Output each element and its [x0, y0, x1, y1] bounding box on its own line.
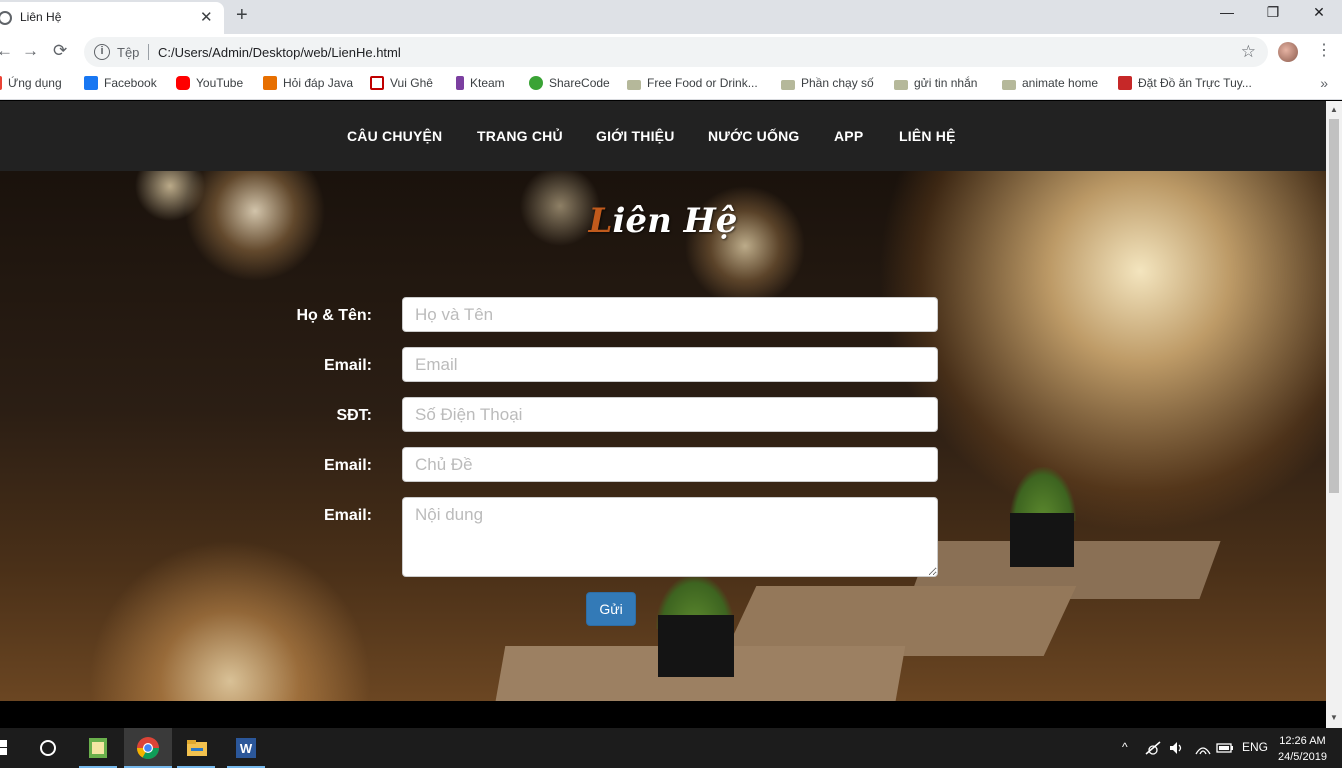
word-icon[interactable]: W: [234, 736, 258, 760]
forward-icon[interactable]: →: [22, 41, 39, 61]
plant-pot-decoration: [1010, 513, 1074, 567]
email-label: Email:: [323, 357, 372, 374]
page-title: Liên Hệ: [588, 201, 738, 241]
reload-icon[interactable]: ⟳: [53, 41, 67, 61]
notepad-icon[interactable]: [86, 736, 110, 760]
subject-label: Email:: [323, 457, 372, 474]
bookmark-star-icon[interactable]: ☆: [1241, 42, 1256, 62]
back-icon[interactable]: ←: [0, 41, 13, 61]
name-input[interactable]: [402, 297, 938, 332]
wifi-icon[interactable]: [1194, 740, 1212, 756]
bookmark-vui-ghe[interactable]: Vui Ghê: [370, 76, 433, 90]
bookmark-gui-tin-nhan[interactable]: gửi tin nhắn: [894, 76, 977, 90]
nav-nuoc-uong[interactable]: NƯỚC UỐNG: [708, 128, 799, 144]
scroll-thumb[interactable]: [1329, 119, 1339, 493]
content-textarea[interactable]: [402, 497, 938, 577]
tab-title: Liên Hệ: [20, 10, 62, 24]
hero-background: Liên Hệ Họ & Tên: Email: SĐT: Email: Ema…: [0, 171, 1326, 701]
browser-toolbar: ← → ⟳ i Tệp C:/Users/Admin/Desktop/web/L…: [0, 34, 1342, 70]
plant-pot-decoration: [658, 615, 734, 677]
search-circle-icon[interactable]: [38, 738, 58, 758]
divider: [148, 44, 149, 60]
tab-close-icon[interactable]: ✕: [200, 8, 213, 26]
sharecode-icon: [529, 76, 543, 90]
nav-lien-he[interactable]: LIÊN HỆ: [899, 128, 956, 144]
profile-avatar[interactable]: [1278, 42, 1298, 62]
menu-icon[interactable]: ⋮: [1316, 40, 1332, 60]
apps-grid-icon: [0, 76, 2, 90]
phone-label: SĐT:: [336, 407, 372, 424]
bookmark-java[interactable]: Hỏi đáp Java: [263, 76, 353, 90]
bookmark-phan-chay-so[interactable]: Phần chạy số: [781, 76, 874, 90]
facebook-icon: [84, 76, 98, 90]
file-icon: [627, 80, 641, 90]
scheme-label: Tệp: [117, 45, 140, 60]
file-icon: [894, 80, 908, 90]
content-label: Email:: [323, 507, 372, 524]
system-clock[interactable]: 12:26 AM 24/5/2019: [1278, 733, 1327, 765]
tab-strip: Liên Hệ ✕ + — ❐ ✕: [0, 0, 1342, 34]
bookmark-dat-do-an[interactable]: Đặt Đồ ăn Trực Tuy...: [1118, 76, 1252, 90]
submit-button[interactable]: Gửi: [586, 592, 636, 626]
footer-strip: [0, 701, 1326, 728]
clock-date: 24/5/2019: [1278, 751, 1327, 763]
language-indicator[interactable]: ENG: [1242, 740, 1268, 754]
browser-tab[interactable]: Liên Hệ ✕: [0, 2, 224, 34]
web-page: CÂU CHUYỆN TRANG CHỦ GIỚI THIỆU NƯỚC UỐN…: [0, 101, 1326, 728]
volume-icon[interactable]: [1168, 740, 1186, 756]
globe-icon: [0, 11, 12, 25]
file-explorer-icon[interactable]: [185, 736, 209, 760]
bookmark-youtube[interactable]: YouTube: [176, 76, 243, 90]
bookmark-animate-home[interactable]: animate home: [1002, 76, 1098, 90]
bookmark-facebook[interactable]: Facebook: [84, 76, 157, 90]
svg-text:W: W: [240, 741, 253, 756]
subject-input[interactable]: [402, 447, 938, 482]
battery-icon[interactable]: [1216, 741, 1234, 755]
bookmark-kteam[interactable]: Kteam: [456, 76, 505, 90]
email-input[interactable]: [402, 347, 938, 382]
bookmarks-more-icon[interactable]: »: [1320, 75, 1328, 91]
site-navbar: CÂU CHUYỆN TRANG CHỦ GIỚI THIỆU NƯỚC UỐN…: [0, 101, 1326, 171]
play-icon: [370, 76, 384, 90]
windows-start-icon[interactable]: [0, 740, 8, 756]
nav-trang-chu[interactable]: TRANG CHỦ: [477, 128, 563, 144]
bookmark-sharecode[interactable]: ShareCode: [529, 76, 610, 90]
kteam-icon: [456, 76, 464, 90]
minimize-button[interactable]: —: [1212, 4, 1242, 20]
nav-cau-chuyen[interactable]: CÂU CHUYỆN: [347, 128, 442, 144]
windows-taskbar: W ^ ENG 12:26 AM 24/5/2019: [0, 728, 1342, 768]
java-icon: [263, 76, 277, 90]
nav-gioi-thieu[interactable]: GIỚI THIỆU: [596, 128, 675, 144]
tray-overflow-icon[interactable]: ^: [1122, 740, 1128, 754]
book-icon: [1118, 76, 1132, 90]
nav-app[interactable]: APP: [834, 128, 863, 144]
info-icon[interactable]: i: [94, 44, 110, 60]
scroll-down-icon[interactable]: ▼: [1330, 713, 1338, 722]
bookmarks-bar: Ứng dụng Facebook YouTube Hỏi đáp Java V…: [0, 70, 1342, 100]
file-icon: [1002, 80, 1016, 90]
name-label: Họ & Tên:: [296, 307, 372, 324]
bookmark-apps[interactable]: Ứng dụng: [0, 76, 62, 90]
maximize-button[interactable]: ❐: [1258, 4, 1288, 21]
clock-time: 12:26 AM: [1279, 735, 1326, 747]
url-text[interactable]: C:/Users/Admin/Desktop/web/LienHe.html: [158, 45, 401, 60]
close-window-button[interactable]: ✕: [1304, 4, 1334, 21]
file-icon: [781, 80, 795, 90]
bookmark-free-food[interactable]: Free Food or Drink...: [627, 76, 758, 90]
youtube-icon: [176, 76, 190, 90]
new-tab-button[interactable]: +: [236, 4, 248, 27]
address-bar[interactable]: i Tệp C:/Users/Admin/Desktop/web/LienHe.…: [84, 37, 1268, 67]
scroll-up-icon[interactable]: ▲: [1330, 105, 1338, 114]
phone-input[interactable]: [402, 397, 938, 432]
page-scrollbar[interactable]: ▲ ▼: [1326, 101, 1342, 728]
chrome-icon[interactable]: [136, 736, 160, 760]
network-icon[interactable]: [1144, 740, 1162, 756]
